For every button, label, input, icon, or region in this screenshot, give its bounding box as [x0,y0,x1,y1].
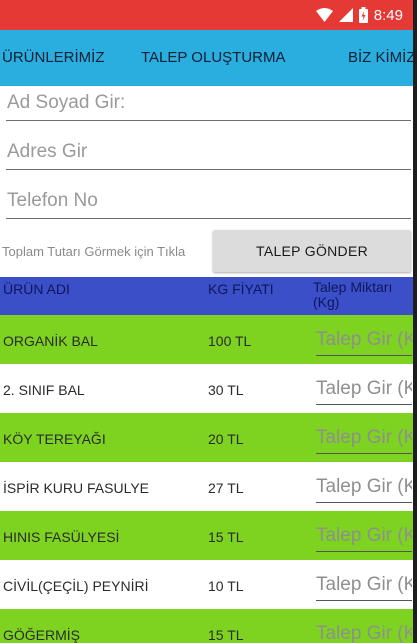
product-price: 10 TL [208,578,244,594]
screen-edge [413,0,417,643]
app-screen: 8:49 ÜRÜNLERİMİZ TALEP OLUŞTURMA BİZ KİM… [0,0,413,643]
product-price: 20 TL [208,431,244,447]
header-quantity: Talep Miktarı (Kg) [313,279,393,310]
product-price: 15 TL [208,627,244,643]
header-product: ÜRÜN ADI [3,281,70,297]
wifi-icon [315,8,333,22]
product-name: 2. SINIF BAL [3,382,85,398]
product-name: GÖĞERMİŞ [3,627,81,643]
quantity-input[interactable] [316,619,412,643]
product-price: 30 TL [208,382,244,398]
table-row: KÖY TEREYAĞI 20 TL [0,413,413,462]
table-row: HINIS FASÜLYESİ 15 TL [0,511,413,560]
send-request-button[interactable]: TALEP GÖNDER [213,230,411,272]
product-price: 27 TL [208,480,244,496]
quantity-input[interactable] [316,472,412,503]
quantity-input[interactable] [316,423,412,454]
product-name: KÖY TEREYAĞI [3,431,106,447]
product-name: CİVİL(ÇEÇİL) PEYNİRİ [3,578,149,594]
name-input[interactable] [6,86,411,121]
status-icons: 8:49 [315,6,403,24]
table-row: İSPİR KURU FASULYE 27 TL [0,462,413,511]
tab-bar: ÜRÜNLERİMİZ TALEP OLUŞTURMA BİZ KİMİZ [0,30,413,86]
product-price: 100 TL [208,333,252,349]
quantity-input[interactable] [316,570,412,601]
total-price-hint[interactable]: Toplam Tutarı Görmek için Tıkla [2,245,207,259]
table-row: ORGANİK BAL 100 TL [0,315,413,364]
phone-input[interactable] [6,184,411,219]
table-row: GÖĞERMİŞ 15 TL [0,609,413,643]
quantity-input[interactable] [316,521,412,552]
tab-urunlerimiz[interactable]: ÜRÜNLERİMİZ [2,30,105,86]
product-name: ORGANİK BAL [3,333,98,349]
status-bar: 8:49 [0,0,413,30]
address-input[interactable] [6,135,411,170]
product-name: İSPİR KURU FASULYE [3,480,150,496]
table-header: ÜRÜN ADI KG FİYATI Talep Miktarı (Kg) [0,277,413,315]
status-time: 8:49 [373,6,403,24]
battery-icon [358,7,368,23]
product-table: ORGANİK BAL 100 TL 2. SINIF BAL 30 TL KÖ… [0,315,413,643]
table-row: CİVİL(ÇEÇİL) PEYNİRİ 10 TL [0,560,413,609]
tab-biz-kimiz[interactable]: BİZ KİMİZ [348,30,413,86]
product-price: 15 TL [208,529,244,545]
quantity-input[interactable] [316,374,412,405]
tab-talep-olusturma[interactable]: TALEP OLUŞTURMA [141,30,285,86]
quantity-input[interactable] [316,325,412,356]
signal-icon [338,8,353,22]
product-name: HINIS FASÜLYESİ [3,529,120,545]
table-row: 2. SINIF BAL 30 TL [0,364,413,413]
header-price: KG FİYATI [208,281,274,297]
